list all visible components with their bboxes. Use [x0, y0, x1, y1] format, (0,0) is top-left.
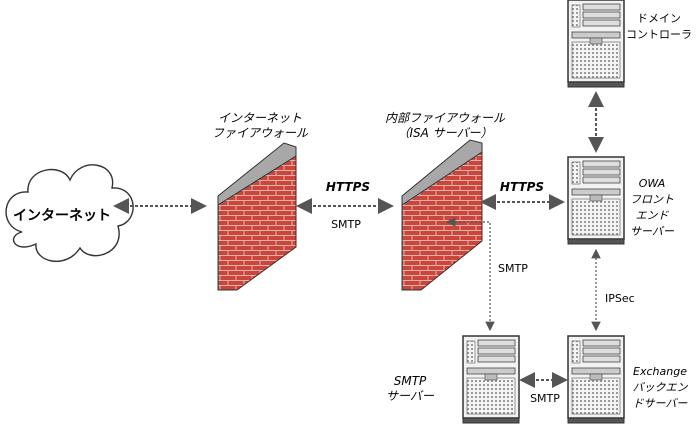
internet-cloud: インターネット — [5, 164, 134, 263]
internal-firewall: 内部ファイアウォール （ISA サーバー） — [385, 111, 506, 291]
owa-label-2: フロント — [630, 193, 674, 206]
domain-controller-label-1: ドメイン — [637, 12, 681, 25]
exchange-label-1: Exchange — [633, 365, 687, 378]
ipsec-label: IPSec — [605, 292, 635, 305]
network-diagram: インターネット インターネット ファイアウォール HTTPS SMTP 内部ファ… — [5, 0, 692, 424]
internet-label: インターネット — [13, 208, 111, 224]
internal-firewall-label-2: （ISA サーバー） — [397, 126, 492, 140]
owa-label-3: エンド — [636, 209, 670, 222]
smtp-server-label-2: サーバー — [386, 389, 435, 403]
owa-frontend-server: OWA フロント エンド サーバー — [567, 156, 675, 245]
domain-controller-server: ドメイン コントローラ — [567, 0, 692, 88]
external-firewall: インターネット ファイアウォール — [212, 111, 309, 291]
smtp-label-1: SMTP — [331, 218, 361, 231]
owa-label-1: OWA — [639, 177, 666, 190]
smtp-server: SMTP サーバー — [386, 335, 520, 424]
smtp-server-label-1: SMTP — [394, 374, 427, 388]
smtp-label-down: SMTP — [498, 262, 528, 275]
smtp-label-bottom: SMTP — [530, 392, 560, 405]
internal-firewall-label-1: 内部ファイアウォール — [385, 111, 506, 125]
owa-label-4: サーバー — [630, 225, 675, 238]
external-firewall-label-1: インターネット — [218, 111, 302, 125]
https-label-1: HTTPS — [326, 180, 370, 194]
exchange-backend-server: Exchange バックエン ドサーバー — [567, 335, 689, 424]
exchange-label-3: ドサーバー — [633, 397, 689, 410]
external-firewall-label-2: ファイアウォール — [212, 126, 309, 140]
domain-controller-label-2: コントローラ — [626, 28, 692, 41]
https-label-2: HTTPS — [500, 180, 544, 194]
exchange-label-2: バックエン — [633, 381, 689, 394]
